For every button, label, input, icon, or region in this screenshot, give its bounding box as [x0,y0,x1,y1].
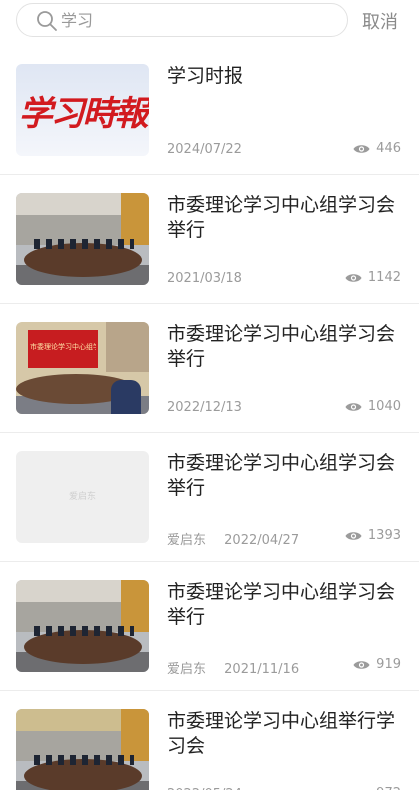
item-meta: 2022/12/13 [167,400,242,415]
search-input[interactable] [61,6,341,32]
thumbnail-image: 学习時報 [16,64,149,156]
eye-icon [353,660,370,669]
view-count: 1142 [367,270,401,285]
eye-icon [345,402,362,411]
viewport-edge [0,790,419,796]
thumbnail-logo-text: 学习時報 [18,94,149,134]
item-title: 学习时报 [167,65,244,87]
item-views: 1393 [345,528,401,543]
item-date: 2022/12/13 [167,400,242,415]
placeholder-logo-text: 爱启东 [68,492,96,502]
item-date: 2022/04/27 [224,533,300,548]
item-title: 市委理论学习中心组学习会举行 [167,452,396,499]
item-views: 446 [353,141,401,156]
view-count: 446 [376,141,401,156]
item-views: 1142 [345,270,401,285]
view-count: 919 [376,657,401,672]
search-icon [37,11,57,31]
item-author: 爱启东 [167,662,207,677]
list-item[interactable]: 市委理论学习中心组学习会举行 2021/03/18 1142 [0,175,419,304]
view-count: 1393 [367,528,401,543]
thumbnail-placeholder: 爱启东 [16,451,149,543]
list-item[interactable]: 市委理论学习中心组举行学习会 2022/05/24 972 [0,691,419,796]
cancel-button[interactable]: 取消 [362,8,398,34]
item-meta: 爱启东 2021/11/16 [167,658,299,677]
list-item[interactable]: 市委理论学习中心组学习会举行 爱启东 2021/11/16 919 [0,562,419,691]
item-meta: 爱启东 2022/04/27 [167,529,299,548]
search-box[interactable] [16,3,348,37]
eye-icon [345,273,362,282]
view-count: 1040 [367,399,401,414]
search-header: 取消 [0,0,419,44]
list-item[interactable]: 学习時報 学习时报 2024/07/22 446 [0,46,419,175]
item-meta: 2021/03/18 [167,271,242,286]
item-author: 爱启东 [167,533,207,548]
item-views: 1040 [345,399,401,414]
list-item[interactable]: 市委理论学习中心组学习会 市委理论学习中心组学习会举行 2022/12/13 1… [0,304,419,433]
item-date: 2021/03/18 [167,271,242,286]
item-title: 市委理论学习中心组学习会举行 [167,194,396,241]
item-title: 市委理论学习中心组学习会举行 [167,323,396,370]
thumbnail-image [16,580,149,672]
thumbnail-image: 市委理论学习中心组学习会 [16,322,149,414]
eye-icon [353,144,370,153]
item-date: 2024/07/22 [167,142,242,157]
item-date: 2021/11/16 [224,662,300,677]
thumbnail-banner-text: 市委理论学习中心组学习会 [30,343,96,351]
item-meta: 2024/07/22 [167,142,242,157]
item-views: 919 [353,657,401,672]
list-item[interactable]: 爱启东 市委理论学习中心组学习会举行 爱启东 2022/04/27 1393 [0,433,419,562]
item-title: 市委理论学习中心组举行学习会 [167,710,396,757]
thumbnail-image [16,193,149,285]
item-title: 市委理论学习中心组学习会举行 [167,581,396,628]
eye-icon [345,531,362,540]
thumbnail-image [16,709,149,796]
